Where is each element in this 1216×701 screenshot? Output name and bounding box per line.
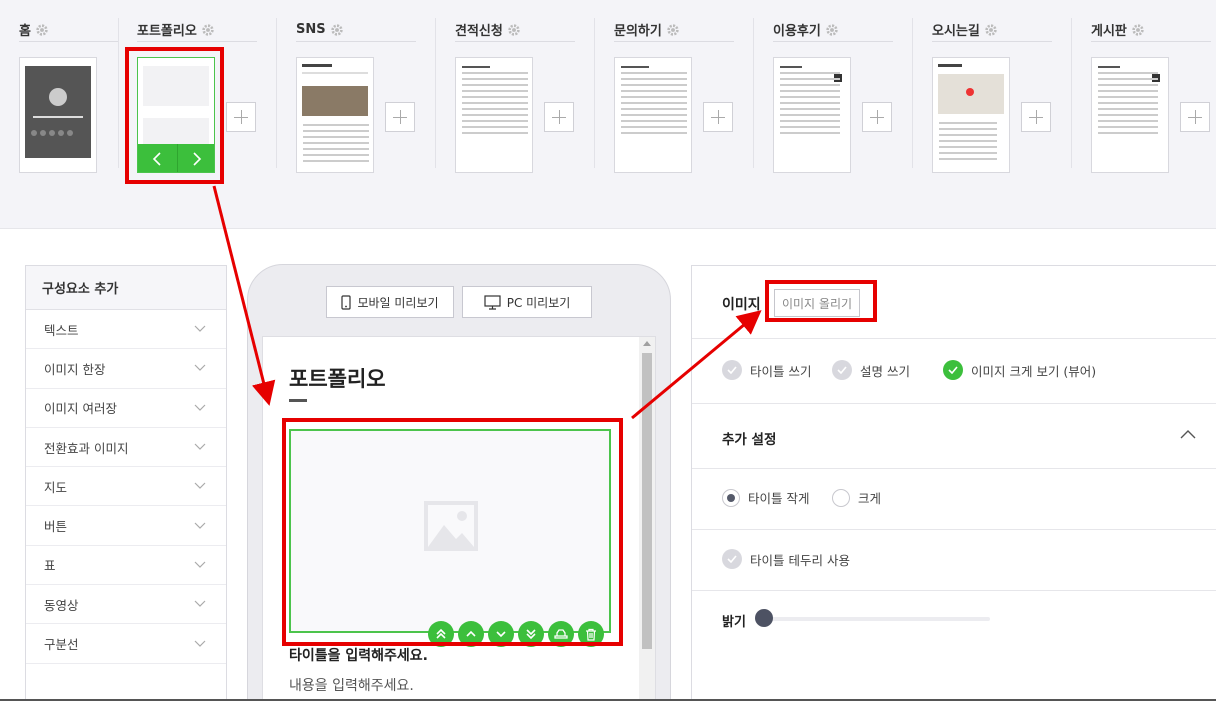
component-item-map[interactable]: 지도 <box>26 467 226 507</box>
chevron-down-icon <box>194 600 206 608</box>
chevron-down-icon <box>194 325 206 332</box>
component-panel-title: 구성요소 추가 <box>26 266 226 310</box>
radio-icon <box>832 488 850 507</box>
scrollbar[interactable] <box>639 337 655 701</box>
page-thumbnail-home[interactable] <box>19 57 97 173</box>
check-icon <box>722 549 742 569</box>
page-title-quote: 견적신청 <box>455 24 503 39</box>
gear-icon[interactable] <box>330 23 344 37</box>
add-page-button[interactable] <box>703 102 733 132</box>
title-large-radio[interactable]: 크게 <box>832 488 881 507</box>
page-thumbnail-directions[interactable] <box>932 57 1010 173</box>
page-title-board: 게시판 <box>1091 24 1127 39</box>
component-item-button[interactable]: 버튼 <box>26 506 226 546</box>
title-small-radio[interactable]: 타이틀 작게 <box>722 488 809 507</box>
component-item-divider[interactable]: 구분선 <box>26 624 226 664</box>
chevron-down-icon <box>194 365 206 372</box>
title-toggle[interactable]: 타이틀 쓰기 <box>722 360 811 380</box>
add-page-button[interactable] <box>226 102 256 132</box>
page-thumbnail-sns[interactable] <box>296 57 374 173</box>
brightness-label: 밝기 <box>722 615 746 630</box>
chevron-down-icon <box>194 443 206 450</box>
gear-icon[interactable] <box>35 23 49 37</box>
page-title-portfolio: 포트폴리오 <box>137 24 197 39</box>
component-item-transition-image[interactable]: 전환효과 이미지 <box>26 428 226 468</box>
add-page-button[interactable] <box>1021 102 1051 132</box>
page-thumbnail-inquiry[interactable] <box>614 57 692 173</box>
page-title-inquiry: 문의하기 <box>614 24 662 39</box>
component-item-multi-image[interactable]: 이미지 여러장 <box>26 389 226 428</box>
gear-icon[interactable] <box>984 23 998 37</box>
component-item-text[interactable]: 텍스트 <box>26 310 226 350</box>
page-title-reviews: 이용후기 <box>773 24 821 39</box>
chevron-down-icon <box>194 482 206 490</box>
annotation-box-image-block <box>282 418 623 646</box>
scroll-up-icon[interactable] <box>643 341 651 346</box>
gear-icon[interactable] <box>201 23 215 37</box>
chevron-up-icon[interactable] <box>1180 429 1196 439</box>
add-page-button[interactable] <box>1180 102 1210 132</box>
scrollbar-thumb[interactable] <box>642 353 652 649</box>
page-title-home: 홈 <box>19 24 31 39</box>
title-input-placeholder[interactable]: 타이틀을 입력해주세요. <box>289 645 428 665</box>
component-item-table[interactable]: 표 <box>26 546 226 586</box>
description-toggle[interactable]: 설명 쓰기 <box>832 360 910 380</box>
annotation-box-portfolio-thumb <box>125 47 224 184</box>
chevron-down-icon <box>194 640 206 647</box>
gear-icon[interactable] <box>507 23 521 37</box>
body-input-placeholder[interactable]: 내용을 입력해주세요. <box>289 675 414 695</box>
page-title-directions: 오시는길 <box>932 24 980 39</box>
preview-page-heading: 포트폴리오 <box>289 367 386 391</box>
component-item-single-image[interactable]: 이미지 한장 <box>26 349 226 389</box>
page-thumbnail-quote[interactable] <box>455 57 533 173</box>
brightness-slider-track[interactable] <box>762 617 990 621</box>
add-page-button[interactable] <box>544 102 574 132</box>
mobile-icon <box>341 294 352 310</box>
page-thumbnail-board[interactable] <box>1091 57 1169 173</box>
settings-panel: 이미지 이미지 올리기 타이틀 쓰기 설명 쓰기 이미지 크게 보기 (뷰어) … <box>691 265 1216 701</box>
chevron-down-icon <box>194 404 206 411</box>
monitor-icon <box>484 294 501 310</box>
brightness-slider-handle[interactable] <box>755 609 773 627</box>
component-item-video[interactable]: 동영상 <box>26 585 226 625</box>
annotation-box-upload-button <box>765 280 877 322</box>
image-viewer-toggle[interactable]: 이미지 크게 보기 (뷰어) <box>943 360 1096 380</box>
add-page-button[interactable] <box>385 102 415 132</box>
check-icon <box>943 360 963 380</box>
title-border-toggle[interactable]: 타이틀 테두리 사용 <box>722 549 850 569</box>
chevron-down-icon <box>194 561 206 568</box>
check-icon <box>832 360 852 380</box>
gear-icon[interactable] <box>666 23 680 37</box>
heading-underline <box>289 399 307 402</box>
pc-preview-button[interactable]: PC 미리보기 <box>462 286 592 318</box>
component-panel: 구성요소 추가 텍스트 이미지 한장 이미지 여러장 전환효과 이미지 지도 버… <box>25 265 227 701</box>
add-page-button[interactable] <box>862 102 892 132</box>
mobile-preview-button[interactable]: 모바일 미리보기 <box>326 286 454 318</box>
image-section-label: 이미지 <box>722 297 761 313</box>
page-title-sns: SNS <box>296 22 326 37</box>
chevron-down-icon <box>194 522 206 529</box>
page-thumbnail-reviews[interactable] <box>773 57 851 173</box>
check-icon <box>722 360 742 380</box>
gear-icon[interactable] <box>825 23 839 37</box>
radio-selected-icon <box>722 488 740 507</box>
extra-settings-title: 추가 설정 <box>722 432 777 448</box>
gear-icon[interactable] <box>1131 23 1145 37</box>
